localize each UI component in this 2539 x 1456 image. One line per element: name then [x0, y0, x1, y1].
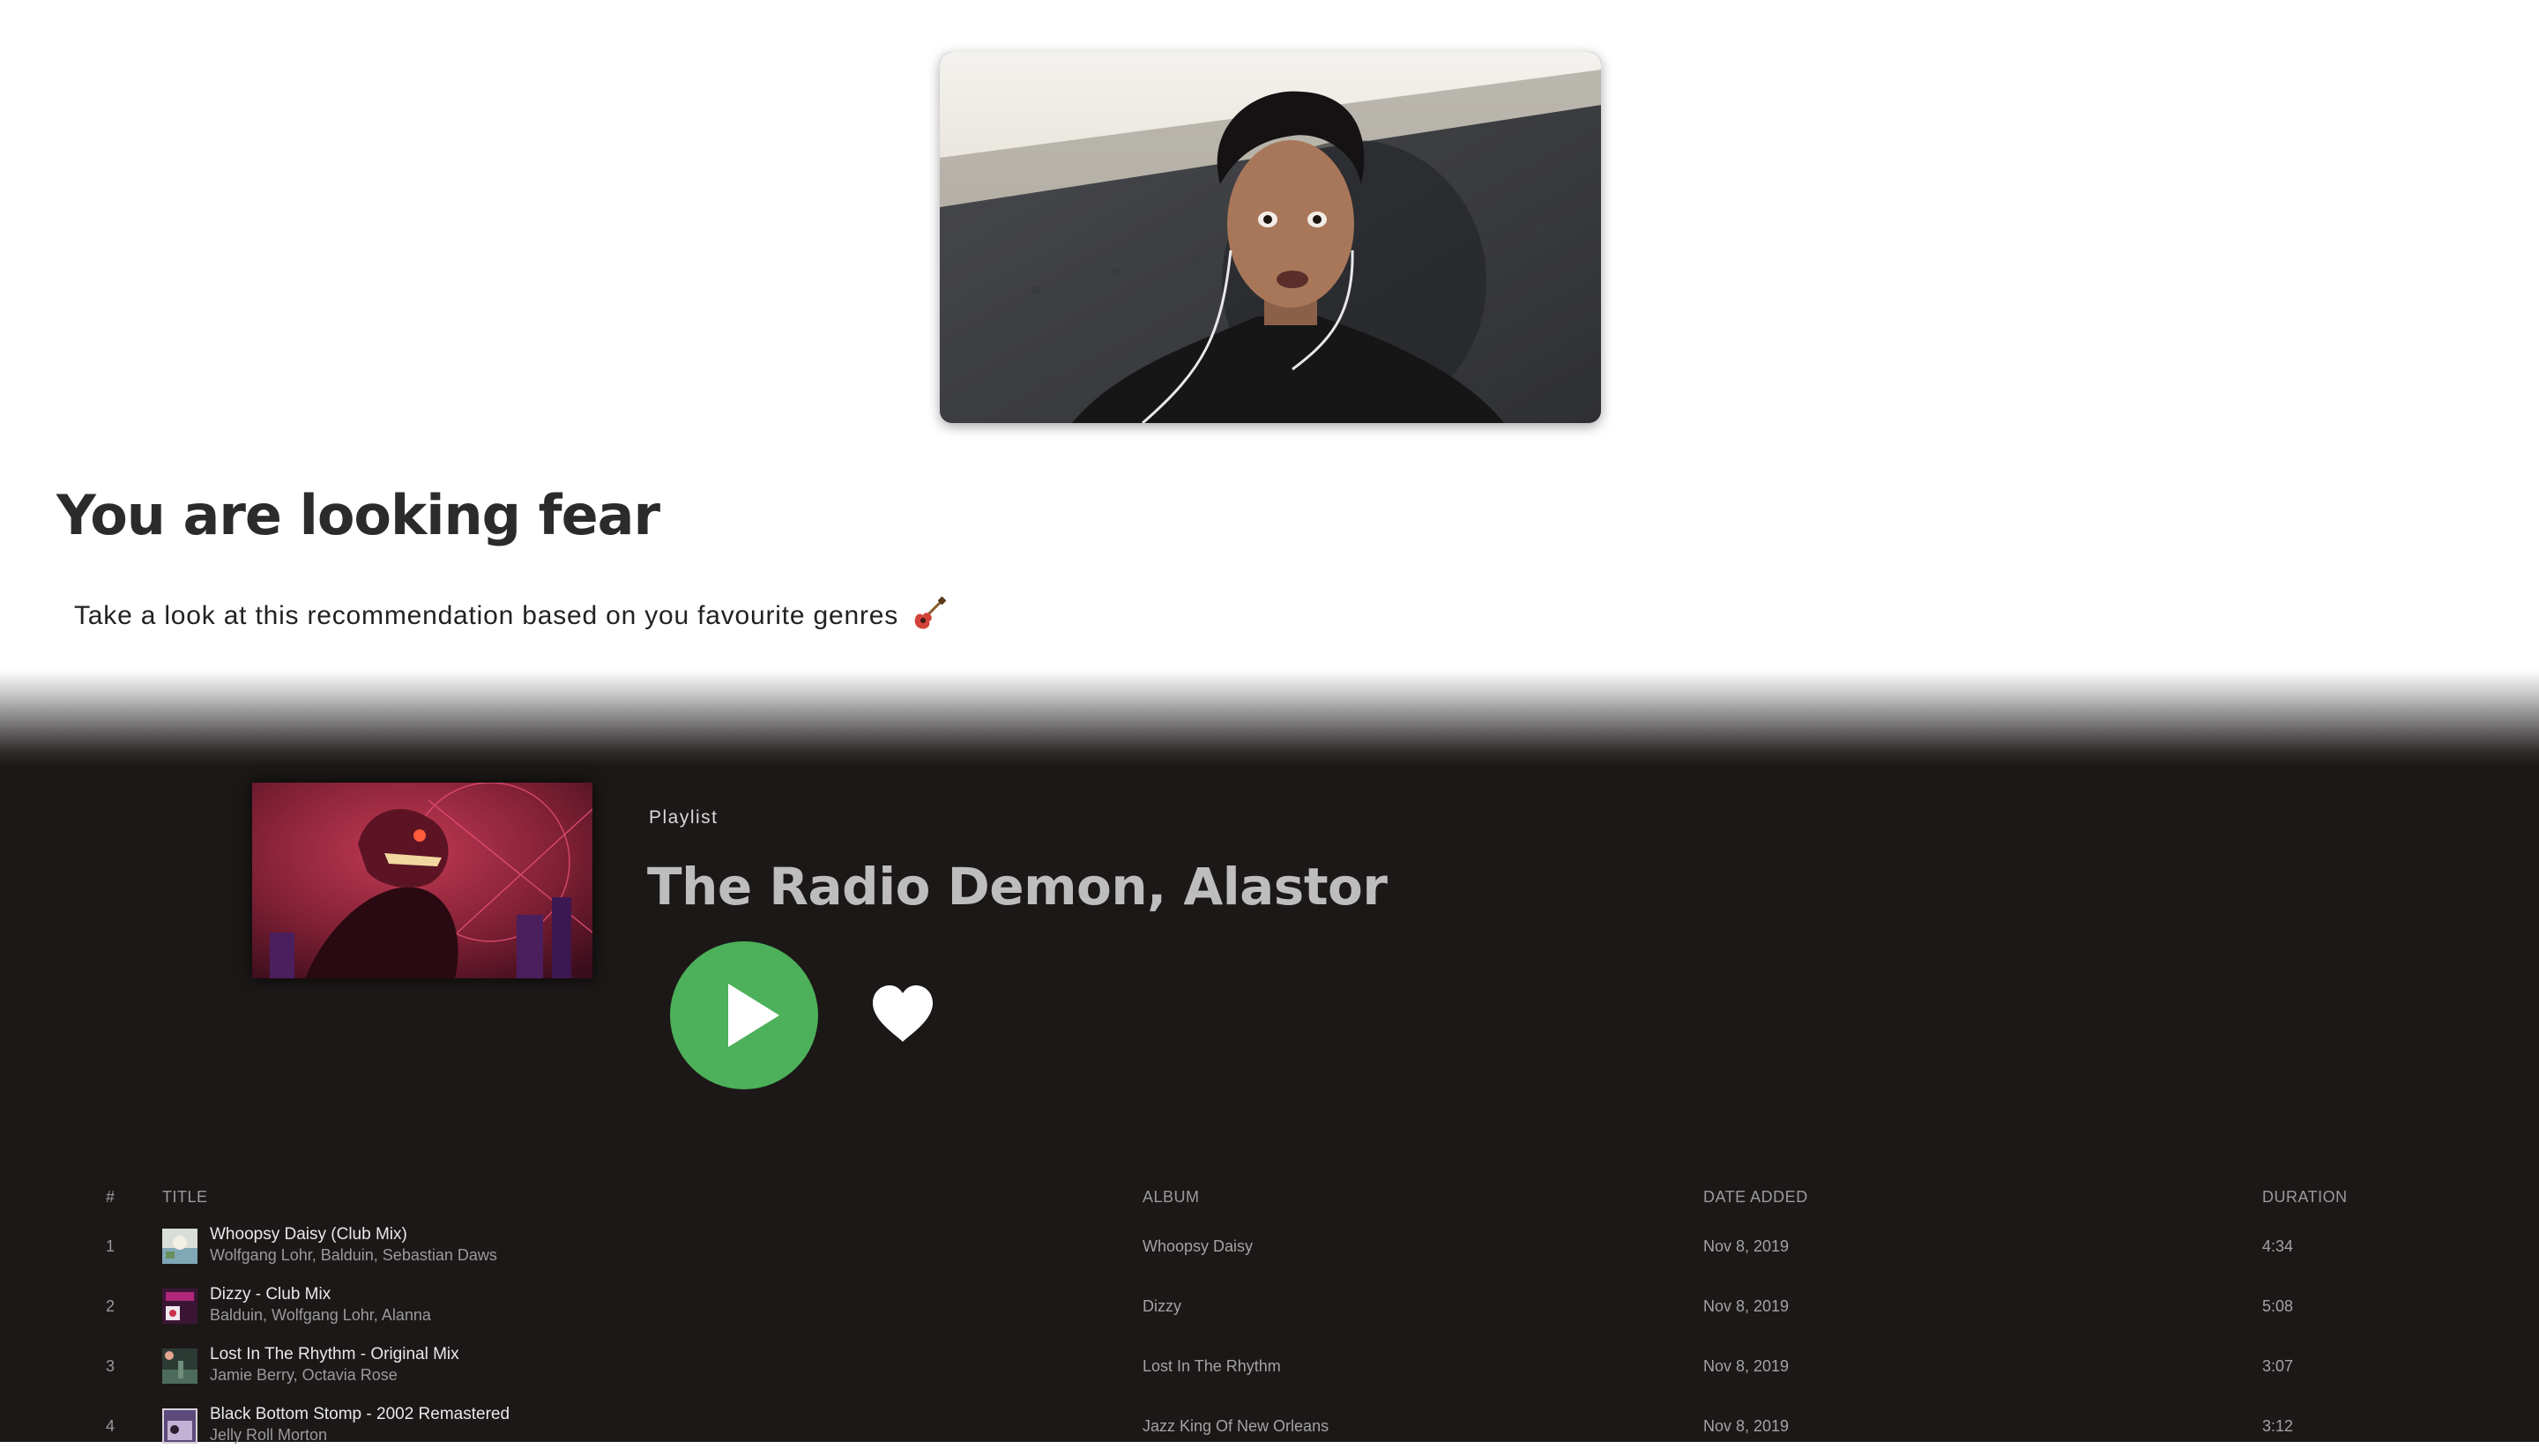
track-title[interactable]: Dizzy - Club Mix — [210, 1285, 331, 1304]
track-artists[interactable]: Wolfgang Lohr, Balduin, Sebastian Daws — [210, 1246, 497, 1265]
webcam-feed — [940, 52, 1601, 423]
track-album[interactable]: Lost In The Rhythm — [1143, 1357, 1281, 1376]
playlist-type-label: Playlist — [649, 807, 719, 828]
track-artists[interactable]: Jamie Berry, Octavia Rose — [210, 1366, 398, 1385]
track-duration: 3:07 — [2262, 1357, 2294, 1375]
track-title[interactable]: Lost In The Rhythm - Original Mix — [210, 1345, 459, 1364]
track-album[interactable]: Whoopsy Daisy — [1143, 1237, 1253, 1256]
header-album[interactable]: ALBUM — [1143, 1188, 1200, 1207]
header-number: # — [106, 1188, 115, 1206]
track-number: 2 — [106, 1297, 115, 1315]
mood-heading: You are looking fear — [56, 483, 660, 547]
like-button[interactable] — [867, 980, 938, 1051]
playlist-cover-image — [252, 783, 592, 978]
track-thumbnail — [162, 1348, 197, 1384]
track-date-added: Nov 8, 2019 — [1703, 1417, 1790, 1435]
mood-subtitle: Take a look at this recommendation based… — [74, 596, 947, 631]
track-number: 1 — [106, 1237, 115, 1255]
mood-subtitle-text: Take a look at this recommendation based… — [74, 601, 899, 630]
header-date-added[interactable]: DATE ADDED — [1703, 1188, 1808, 1207]
track-table-header: # TITLE ALBUM DATE ADDED DURATION — [0, 1179, 2539, 1216]
track-title[interactable]: Black Bottom Stomp - 2002 Remastered — [210, 1405, 510, 1424]
track-title[interactable]: Whoopsy Daisy (Club Mix) — [210, 1225, 407, 1244]
track-album[interactable]: Dizzy — [1143, 1297, 1181, 1316]
section-gradient — [0, 670, 2539, 767]
track-row[interactable]: 4 Black Bottom Stomp - 2002 Remastered J… — [0, 1396, 2539, 1456]
track-album[interactable]: Jazz King Of New Orleans — [1143, 1417, 1329, 1436]
track-duration: 4:34 — [2262, 1237, 2294, 1255]
playlist-title: The Radio Demon, Alastor — [647, 857, 1388, 917]
track-number: 4 — [106, 1417, 115, 1435]
track-number: 3 — [106, 1357, 115, 1375]
track-date-added: Nov 8, 2019 — [1703, 1357, 1790, 1375]
track-artists[interactable]: Balduin, Wolfgang Lohr, Alanna — [210, 1306, 431, 1325]
header-duration[interactable]: DURATION — [2262, 1188, 2348, 1207]
track-row[interactable]: 1 Whoopsy Daisy (Club Mix) Wolfgang Lohr… — [0, 1216, 2539, 1276]
track-table: # TITLE ALBUM DATE ADDED DURATION 1 Whoo… — [0, 1179, 2539, 1456]
play-button[interactable] — [670, 941, 818, 1089]
track-thumbnail — [162, 1408, 197, 1444]
track-thumbnail — [162, 1289, 197, 1324]
header-title[interactable]: TITLE — [162, 1188, 208, 1207]
mood-section: You are looking fear Take a look at this… — [0, 0, 2539, 670]
track-row[interactable]: 2 Dizzy - Club Mix Balduin, Wolfgang Loh… — [0, 1276, 2539, 1336]
track-date-added: Nov 8, 2019 — [1703, 1297, 1790, 1315]
playlist-section: Playlist The Radio Demon, Alastor # TITL… — [0, 765, 2539, 1444]
play-icon — [728, 984, 779, 1047]
track-duration: 5:08 — [2262, 1297, 2294, 1315]
heart-icon — [873, 985, 933, 1042]
track-date-added: Nov 8, 2019 — [1703, 1237, 1790, 1255]
track-duration: 3:12 — [2262, 1417, 2294, 1435]
track-thumbnail — [162, 1229, 197, 1264]
guitar-icon — [912, 596, 947, 631]
track-row[interactable]: 3 Lost In The Rhythm - Original Mix Jami… — [0, 1336, 2539, 1396]
